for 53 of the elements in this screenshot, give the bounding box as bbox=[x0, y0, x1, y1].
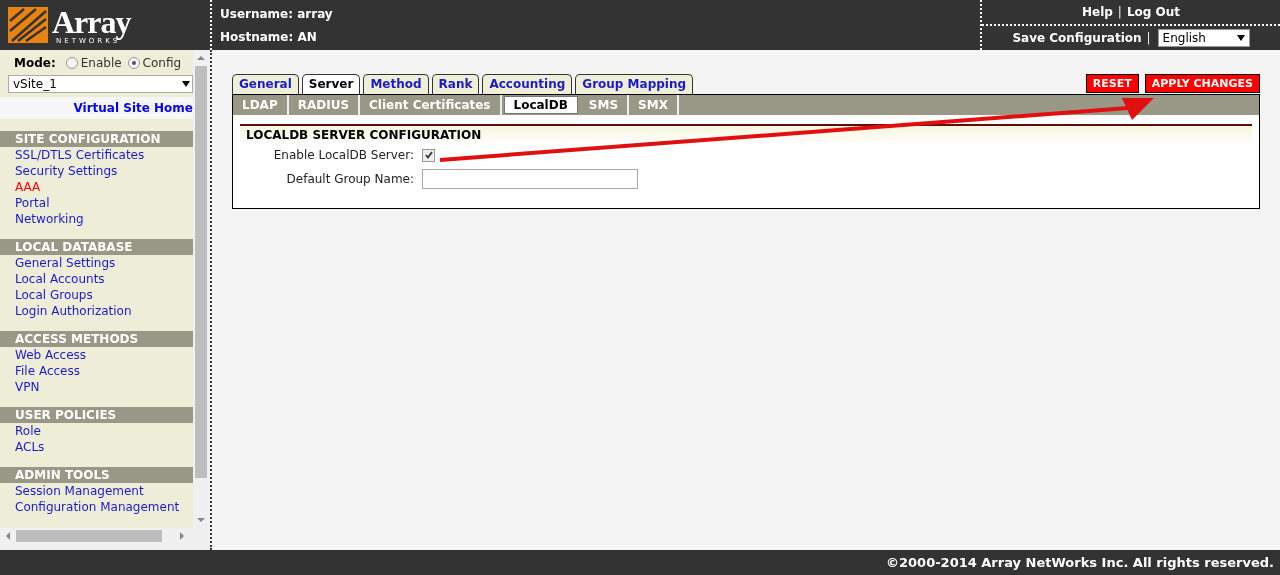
mode-radio[interactable]: Config bbox=[127, 56, 182, 70]
sidebar-link[interactable]: File Access bbox=[0, 363, 193, 379]
tab[interactable]: Method bbox=[363, 74, 429, 94]
reset-button[interactable]: RESET bbox=[1085, 74, 1139, 93]
scroll-down-icon[interactable] bbox=[197, 518, 205, 522]
separator-text: | bbox=[1146, 31, 1151, 45]
copyright-text: ©2000-2014 Array NetWorks Inc. All rights reserved. bbox=[886, 555, 1274, 570]
username-text: Username: array bbox=[220, 6, 334, 21]
tab[interactable]: Accounting bbox=[482, 74, 573, 94]
section-header: ACCESS METHODS bbox=[0, 331, 193, 347]
scroll-left-icon[interactable] bbox=[6, 532, 10, 540]
section-header: SITE CONFIGURATION bbox=[0, 131, 193, 147]
save-configuration-link[interactable]: Save Configuration bbox=[1012, 31, 1142, 45]
sub-tab[interactable]: LocalDB bbox=[503, 96, 578, 114]
tab[interactable]: General bbox=[232, 74, 299, 94]
tab[interactable]: Group Mapping bbox=[575, 74, 694, 94]
dropdown-arrow-icon bbox=[1236, 35, 1245, 41]
sidebar-link[interactable]: Session Management bbox=[0, 483, 193, 499]
language-select[interactable]: English bbox=[1157, 29, 1250, 47]
sidebar-link[interactable]: Portal bbox=[0, 195, 193, 211]
scroll-right-icon[interactable] bbox=[180, 532, 184, 540]
site-select[interactable]: vSite_1 bbox=[8, 75, 193, 93]
tab[interactable]: Rank bbox=[431, 74, 480, 94]
section-title: LOCALDB SERVER CONFIGURATION bbox=[240, 124, 1252, 144]
header-link[interactable]: Log Out bbox=[1126, 5, 1181, 19]
section-header: LOCAL DATABASE bbox=[0, 239, 193, 255]
mode-label: Mode: bbox=[14, 56, 56, 70]
section-header: ADMIN TOOLS bbox=[0, 467, 193, 483]
logo-icon bbox=[8, 7, 48, 43]
sidebar-link[interactable]: Local Accounts bbox=[0, 271, 193, 287]
sidebar-link[interactable]: Web Access bbox=[0, 347, 193, 363]
sidebar-link[interactable]: VPN bbox=[0, 379, 193, 395]
sidebar-link[interactable]: Local Groups bbox=[0, 287, 193, 303]
hostname-text: Hostname: AN bbox=[220, 29, 318, 44]
sidebar-link[interactable]: General Settings bbox=[0, 255, 193, 271]
field-label: Default Group Name: bbox=[285, 172, 414, 186]
sidebar-link[interactable]: Security Settings bbox=[0, 163, 193, 179]
field-label: Enable LocalDB Server: bbox=[272, 148, 414, 162]
sidebar-link[interactable]: SSL/DTLS Certificates bbox=[0, 147, 193, 163]
checkbox[interactable] bbox=[422, 148, 435, 162]
scroll-up-icon[interactable] bbox=[197, 56, 205, 60]
tab[interactable]: Server bbox=[301, 74, 361, 94]
sidebar-link[interactable]: ACLs bbox=[0, 439, 193, 455]
sidebar-link[interactable]: Role bbox=[0, 423, 193, 439]
sidebar-link[interactable]: Networking bbox=[0, 211, 193, 227]
apply-changes-button[interactable]: APPLY CHANGES bbox=[1144, 74, 1260, 93]
section-header: USER POLICIES bbox=[0, 407, 193, 423]
separator-text: | bbox=[1117, 5, 1122, 19]
sidebar-link[interactable]: Configuration Management bbox=[0, 499, 193, 515]
mode-radio[interactable]: Enable bbox=[65, 56, 122, 70]
input-field[interactable] bbox=[422, 169, 638, 189]
header-link[interactable]: Help bbox=[1081, 5, 1113, 19]
sidebar-link[interactable]: Login Authorization bbox=[0, 303, 193, 319]
